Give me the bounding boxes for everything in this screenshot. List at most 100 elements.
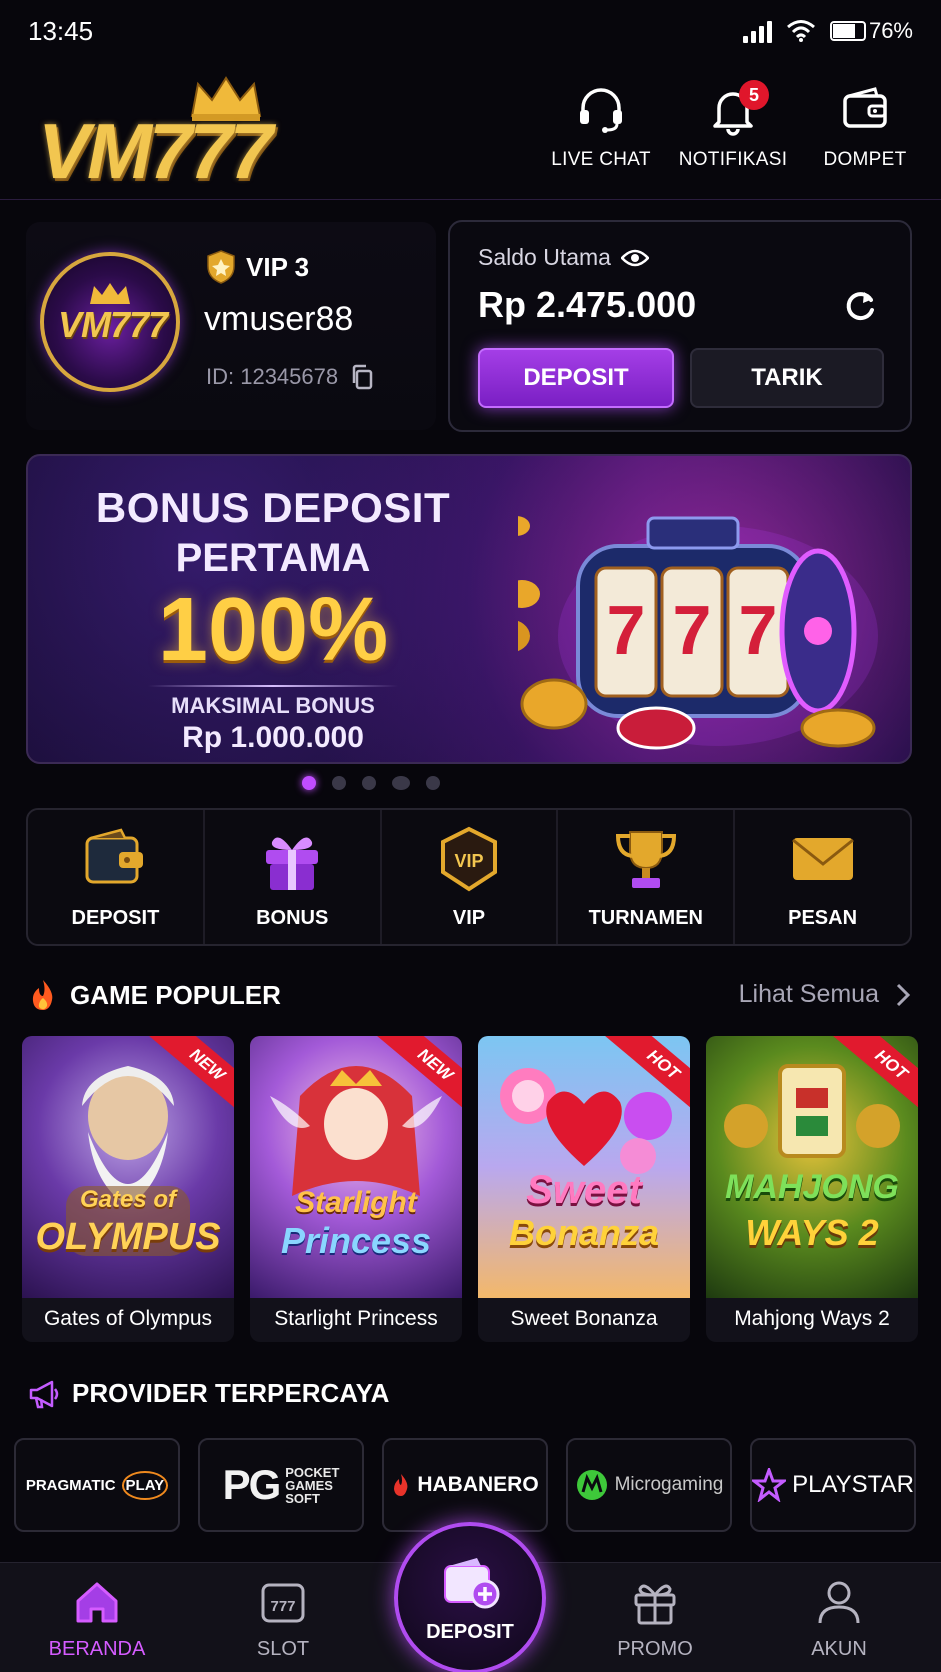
game-name: Gates of Olympus [43, 1307, 213, 1330]
nav-home-label: BERANDA [48, 1638, 146, 1660]
avatar-logo-text: VM777 [58, 304, 168, 345]
refresh-icon[interactable] [842, 288, 878, 324]
banner-text: BONUS DEPOSIT PERTAMA 100% MAKSIMAL BONU… [28, 484, 518, 755]
game-art-line1: Starlight [295, 1186, 417, 1219]
balance-label-row: Saldo Utama [478, 244, 649, 271]
nav-account-label: AKUN [811, 1638, 867, 1660]
avatar[interactable]: VM777 [40, 252, 180, 392]
megaphone-icon [29, 1380, 59, 1408]
user-icon [818, 1581, 860, 1624]
live-chat-button[interactable]: LIVE CHAT [535, 84, 667, 171]
game-card-starlight-princess[interactable]: Starlight Princess NEW Starlight Princes… [250, 1036, 462, 1342]
provider-habanero[interactable]: HABANERO [382, 1438, 548, 1532]
game-card-gates-of-olympus[interactable]: Gates of OLYMPUS NEW Gates of Olympus [22, 1036, 234, 1342]
game-art-line1: MAHJONG [725, 1168, 899, 1206]
cell-signal-icon [742, 19, 772, 43]
pagination-dot[interactable] [391, 776, 410, 790]
battery-percent: 76% [868, 18, 913, 43]
balance-card: Saldo Utama Rp 2.475.000 DEPOSIT TARIK [448, 220, 912, 432]
game-art-line2: OLYMPUS [35, 1216, 221, 1258]
banner-pagination [0, 776, 841, 790]
trophy-icon [615, 831, 676, 888]
eye-icon[interactable] [620, 248, 649, 268]
banner-divider [148, 685, 398, 687]
notification-badge: 5 [739, 80, 769, 110]
notifications-button[interactable]: 5 NOTIFIKASI [667, 80, 799, 171]
nav-deposit-button[interactable]: DEPOSIT [394, 1522, 546, 1672]
game-name: Sweet Bonanza [510, 1307, 658, 1330]
deposit-button[interactable]: DEPOSIT [478, 348, 674, 408]
quick-vip-label: VIP [452, 907, 486, 929]
see-all-link[interactable]: Lihat Semua [739, 980, 911, 1009]
vm777-logo[interactable]: VM777 [38, 76, 338, 195]
nav-promo[interactable]: PROMO [580, 1577, 730, 1661]
game-name: Mahjong Ways 2 [734, 1307, 890, 1330]
quick-menu: DEPOSIT BONUS VIP VIP TURNAMEN PESAN [26, 808, 912, 946]
user-id-row: ID: 12345678 [206, 364, 374, 390]
game-art-line2: WAYS 2 [745, 1212, 879, 1253]
game-art-line2: Princess [280, 1220, 432, 1261]
chevron-right-icon [896, 983, 911, 1006]
provider-logo-text: GAMES [285, 1477, 333, 1493]
user-id: ID: 12345678 [206, 364, 339, 389]
game-card-sweet-bonanza[interactable]: Sweet Bonanza HOT Sweet Bonanza [478, 1036, 690, 1342]
banner-percent: 100% [157, 580, 389, 680]
quick-vip[interactable]: VIP VIP [382, 810, 559, 944]
wifi-icon [786, 20, 815, 42]
vip-level: VIP 3 [206, 250, 309, 284]
wallet-button[interactable]: DOMPET [799, 84, 931, 171]
popular-games-header: GAME POPULER [28, 978, 281, 1012]
banner-max-amount: Rp 1.000.000 [182, 721, 364, 754]
status-icons: 76% [742, 18, 913, 44]
status-time: 13:45 [28, 16, 94, 46]
live-chat-label: LIVE CHAT [551, 149, 651, 170]
promo-banner[interactable]: BONUS DEPOSIT PERTAMA 100% MAKSIMAL BONU… [26, 454, 912, 764]
pagination-dot[interactable] [361, 776, 376, 790]
nav-account[interactable]: AKUN [764, 1577, 914, 1661]
header-actions: LIVE CHAT 5 NOTIFIKASI DOMPET [535, 80, 931, 171]
provider-logo-text: PLAYSTAR [792, 1471, 914, 1498]
provider-logo-text: PLAY [121, 1470, 169, 1500]
quick-bonus[interactable]: BONUS [205, 810, 382, 944]
gift-icon [266, 837, 319, 890]
wallet-label: DOMPET [823, 149, 907, 170]
quick-deposit-label: DEPOSIT [71, 907, 160, 929]
balance-amount: Rp 2.475.000 [478, 284, 697, 325]
see-all-label: Lihat Semua [738, 980, 879, 1008]
svg-text:777: 777 [270, 1598, 295, 1615]
quick-tournament-label: TURNAMEN [588, 907, 703, 929]
pagination-dot[interactable] [331, 776, 346, 790]
nav-slot[interactable]: 777 SLOT [208, 1577, 358, 1661]
quick-tournament[interactable]: TURNAMEN [558, 810, 736, 944]
microgaming-logo-icon [576, 1470, 607, 1500]
vip-shield-icon [207, 250, 235, 284]
provider-logo-text: PRAGMATIC [25, 1476, 116, 1494]
game-card-mahjong-ways-2[interactable]: MAHJONG WAYS 2 HOT Mahjong Ways 2 [706, 1036, 918, 1342]
provider-logo-text: POCKET [285, 1464, 340, 1480]
nav-home[interactable]: BERANDA [22, 1577, 172, 1661]
status-bar: 13:45 76% [0, 0, 941, 62]
pagination-dot[interactable] [425, 776, 440, 790]
vip-badge-icon: VIP [440, 826, 497, 892]
banner-max-label: MAKSIMAL BONUS [171, 693, 375, 718]
game-thumbnail: Gates of OLYMPUS NEW [22, 1036, 234, 1298]
game-art-line1: Sweet [526, 1168, 642, 1212]
pagination-dot[interactable] [301, 776, 316, 790]
providers-header: PROVIDER TERPERCAYA [28, 1378, 389, 1409]
quick-bonus-label: BONUS [256, 907, 329, 929]
provider-pragmatic-play[interactable]: PRAGMATIC PLAY [14, 1438, 180, 1532]
quick-messages[interactable]: PESAN [735, 810, 910, 944]
game-thumbnail: Starlight Princess NEW [250, 1036, 462, 1298]
provider-playstar[interactable]: PLAYSTAR [750, 1438, 916, 1532]
notifications-label: NOTIFIKASI [678, 149, 788, 170]
provider-microgaming[interactable]: Microgaming [566, 1438, 732, 1532]
withdraw-button[interactable]: TARIK [690, 348, 884, 408]
nav-promo-label: PROMO [617, 1638, 693, 1660]
habanero-flame-icon [394, 1474, 408, 1496]
game-art-line1: Gates of [79, 1186, 177, 1213]
copy-icon[interactable] [350, 364, 374, 390]
banner-subheadline: PERTAMA [175, 536, 371, 580]
vip-label: VIP 3 [246, 251, 310, 282]
quick-deposit[interactable]: DEPOSIT [28, 810, 205, 944]
provider-pg-soft[interactable]: PG POCKET GAMES SOFT [198, 1438, 364, 1532]
